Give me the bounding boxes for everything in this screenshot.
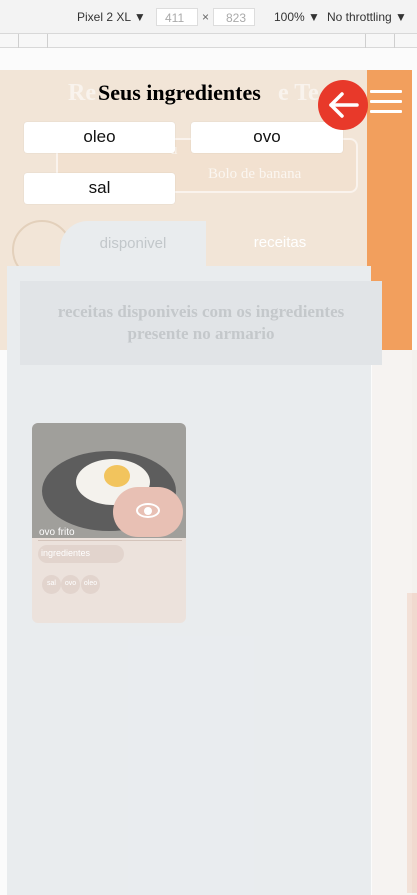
viewport-width-input[interactable]: 411 — [156, 8, 198, 26]
hamburger-menu-icon[interactable] — [370, 90, 402, 116]
modal-title: Seus ingredientes — [98, 80, 261, 105]
arrow-left-icon — [329, 92, 359, 118]
ingredient-item-oleo[interactable]: oleo — [24, 122, 175, 153]
viewport-height-input[interactable]: 823 — [213, 8, 255, 26]
media-query-ruler — [0, 34, 417, 48]
throttling-select[interactable]: No throttling ▼ — [327, 10, 407, 24]
devtools-toolbar: Pixel 2 XL ▼ 411 × 823 100% ▼ No throttl… — [0, 0, 417, 34]
device-select[interactable]: Pixel 2 XL ▼ — [77, 10, 146, 24]
ingredient-item-sal[interactable]: sal — [24, 173, 175, 204]
ingredient-item-ovo[interactable]: ovo — [191, 122, 343, 153]
zoom-select[interactable]: 100% ▼ — [274, 10, 320, 24]
dimension-separator: × — [202, 10, 210, 24]
back-button[interactable] — [318, 80, 368, 130]
